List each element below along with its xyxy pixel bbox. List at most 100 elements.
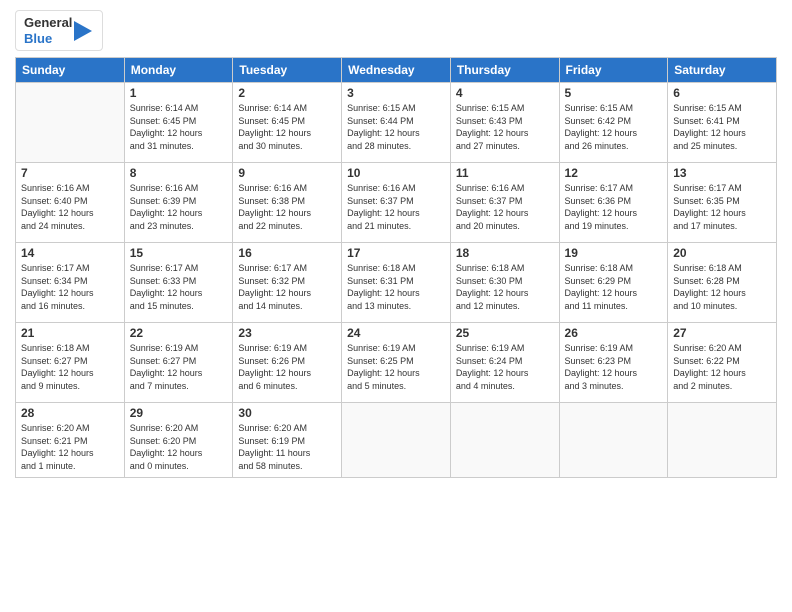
day-number: 19 (565, 246, 663, 260)
calendar-cell (342, 403, 451, 478)
page: GeneralBlue SundayMondayTuesdayWednesday… (0, 0, 792, 612)
calendar-cell (450, 403, 559, 478)
day-number: 6 (673, 86, 771, 100)
calendar-cell: 23 Sunrise: 6:19 AM Sunset: 6:26 PM Dayli… (233, 323, 342, 403)
week-row-1: 7 Sunrise: 6:16 AM Sunset: 6:40 PM Daylig… (16, 163, 777, 243)
header: GeneralBlue (15, 10, 777, 51)
day-number: 7 (21, 166, 119, 180)
weekday-sunday: Sunday (16, 58, 125, 83)
day-info: Sunrise: 6:15 AM Sunset: 6:43 PM Dayligh… (456, 102, 554, 152)
week-row-3: 21 Sunrise: 6:18 AM Sunset: 6:27 PM Dayli… (16, 323, 777, 403)
calendar-cell: 3 Sunrise: 6:15 AM Sunset: 6:44 PM Daylig… (342, 83, 451, 163)
day-info: Sunrise: 6:14 AM Sunset: 6:45 PM Dayligh… (238, 102, 336, 152)
calendar-cell: 6 Sunrise: 6:15 AM Sunset: 6:41 PM Daylig… (668, 83, 777, 163)
calendar-cell: 12 Sunrise: 6:17 AM Sunset: 6:36 PM Dayli… (559, 163, 668, 243)
day-info: Sunrise: 6:17 AM Sunset: 6:34 PM Dayligh… (21, 262, 119, 312)
day-info: Sunrise: 6:18 AM Sunset: 6:31 PM Dayligh… (347, 262, 445, 312)
day-info: Sunrise: 6:16 AM Sunset: 6:37 PM Dayligh… (456, 182, 554, 232)
calendar-cell: 14 Sunrise: 6:17 AM Sunset: 6:34 PM Dayli… (16, 243, 125, 323)
calendar-table: SundayMondayTuesdayWednesdayThursdayFrid… (15, 57, 777, 478)
calendar-cell: 9 Sunrise: 6:16 AM Sunset: 6:38 PM Daylig… (233, 163, 342, 243)
day-info: Sunrise: 6:17 AM Sunset: 6:36 PM Dayligh… (565, 182, 663, 232)
day-number: 26 (565, 326, 663, 340)
calendar-cell: 2 Sunrise: 6:14 AM Sunset: 6:45 PM Daylig… (233, 83, 342, 163)
week-row-2: 14 Sunrise: 6:17 AM Sunset: 6:34 PM Dayli… (16, 243, 777, 323)
day-info: Sunrise: 6:20 AM Sunset: 6:22 PM Dayligh… (673, 342, 771, 392)
calendar-cell: 15 Sunrise: 6:17 AM Sunset: 6:33 PM Dayli… (124, 243, 233, 323)
weekday-saturday: Saturday (668, 58, 777, 83)
calendar-cell: 24Sunrise: 6:19 AM Sunset: 6:25 PM Dayli… (342, 323, 451, 403)
day-number: 12 (565, 166, 663, 180)
day-info: Sunrise: 6:19 AM Sunset: 6:26 PM Dayligh… (238, 342, 336, 392)
day-info: Sunrise: 6:16 AM Sunset: 6:37 PM Dayligh… (347, 182, 445, 232)
calendar-cell: 28 Sunrise: 6:20 AM Sunset: 6:21 PM Dayli… (16, 403, 125, 478)
day-info: Sunrise: 6:14 AM Sunset: 6:45 PM Dayligh… (130, 102, 228, 152)
calendar-cell: 27Sunrise: 6:20 AM Sunset: 6:22 PM Dayli… (668, 323, 777, 403)
day-info: Sunrise: 6:19 AM Sunset: 6:24 PM Dayligh… (456, 342, 554, 392)
day-number: 11 (456, 166, 554, 180)
day-info: Sunrise: 6:18 AM Sunset: 6:30 PM Dayligh… (456, 262, 554, 312)
logo-container: GeneralBlue (15, 10, 103, 51)
weekday-wednesday: Wednesday (342, 58, 451, 83)
calendar-cell: 5 Sunrise: 6:15 AM Sunset: 6:42 PM Daylig… (559, 83, 668, 163)
calendar-cell: 13 Sunrise: 6:17 AM Sunset: 6:35 PM Dayli… (668, 163, 777, 243)
logo: GeneralBlue (15, 10, 103, 51)
day-info: Sunrise: 6:16 AM Sunset: 6:39 PM Dayligh… (130, 182, 228, 232)
day-info: Sunrise: 6:18 AM Sunset: 6:29 PM Dayligh… (565, 262, 663, 312)
calendar-cell: 19 Sunrise: 6:18 AM Sunset: 6:29 PM Dayli… (559, 243, 668, 323)
day-info: Sunrise: 6:19 AM Sunset: 6:27 PM Dayligh… (130, 342, 228, 392)
day-info: Sunrise: 6:18 AM Sunset: 6:28 PM Dayligh… (673, 262, 771, 312)
day-number: 22 (130, 326, 228, 340)
day-number: 28 (21, 406, 119, 420)
day-info: Sunrise: 6:19 AM Sunset: 6:23 PM Dayligh… (565, 342, 663, 392)
day-info: Sunrise: 6:15 AM Sunset: 6:44 PM Dayligh… (347, 102, 445, 152)
calendar-cell: 29Sunrise: 6:20 AM Sunset: 6:20 PM Dayli… (124, 403, 233, 478)
week-row-0: 1 Sunrise: 6:14 AM Sunset: 6:45 PM Daylig… (16, 83, 777, 163)
day-info: Sunrise: 6:17 AM Sunset: 6:33 PM Dayligh… (130, 262, 228, 312)
weekday-thursday: Thursday (450, 58, 559, 83)
weekday-monday: Monday (124, 58, 233, 83)
day-number: 5 (565, 86, 663, 100)
calendar-cell: 22 Sunrise: 6:19 AM Sunset: 6:27 PM Dayli… (124, 323, 233, 403)
calendar-cell: 30Sunrise: 6:20 AM Sunset: 6:19 PM Dayli… (233, 403, 342, 478)
day-number: 2 (238, 86, 336, 100)
weekday-header-row: SundayMondayTuesdayWednesdayThursdayFrid… (16, 58, 777, 83)
day-info: Sunrise: 6:17 AM Sunset: 6:35 PM Dayligh… (673, 182, 771, 232)
day-info: Sunrise: 6:15 AM Sunset: 6:42 PM Dayligh… (565, 102, 663, 152)
calendar-cell: 18 Sunrise: 6:18 AM Sunset: 6:30 PM Dayli… (450, 243, 559, 323)
day-number: 21 (21, 326, 119, 340)
day-info: Sunrise: 6:17 AM Sunset: 6:32 PM Dayligh… (238, 262, 336, 312)
day-info: Sunrise: 6:18 AM Sunset: 6:27 PM Dayligh… (21, 342, 119, 392)
calendar-cell: 25 Sunrise: 6:19 AM Sunset: 6:24 PM Dayli… (450, 323, 559, 403)
day-number: 18 (456, 246, 554, 260)
day-number: 10 (347, 166, 445, 180)
calendar-cell: 16 Sunrise: 6:17 AM Sunset: 6:32 PM Dayli… (233, 243, 342, 323)
day-number: 13 (673, 166, 771, 180)
calendar-cell: 26 Sunrise: 6:19 AM Sunset: 6:23 PM Dayli… (559, 323, 668, 403)
day-number: 15 (130, 246, 228, 260)
calendar-cell (16, 83, 125, 163)
day-number: 8 (130, 166, 228, 180)
calendar-cell: 21 Sunrise: 6:18 AM Sunset: 6:27 PM Dayli… (16, 323, 125, 403)
day-info: Sunrise: 6:15 AM Sunset: 6:41 PM Dayligh… (673, 102, 771, 152)
day-number: 17 (347, 246, 445, 260)
calendar-cell: 8 Sunrise: 6:16 AM Sunset: 6:39 PM Daylig… (124, 163, 233, 243)
day-number: 9 (238, 166, 336, 180)
day-info: Sunrise: 6:16 AM Sunset: 6:40 PM Dayligh… (21, 182, 119, 232)
day-number: 16 (238, 246, 336, 260)
day-number: 1 (130, 86, 228, 100)
calendar-cell: 17 Sunrise: 6:18 AM Sunset: 6:31 PM Dayli… (342, 243, 451, 323)
day-number: 4 (456, 86, 554, 100)
day-info: Sunrise: 6:20 AM Sunset: 6:21 PM Dayligh… (21, 422, 119, 472)
day-number: 14 (21, 246, 119, 260)
day-number: 25 (456, 326, 554, 340)
day-info: Sunrise: 6:20 AM Sunset: 6:20 PM Dayligh… (130, 422, 228, 472)
logo-arrow-icon (74, 16, 94, 46)
day-number: 3 (347, 86, 445, 100)
day-info: Sunrise: 6:19 AM Sunset: 6:25 PM Dayligh… (347, 342, 445, 392)
calendar-cell: 20Sunrise: 6:18 AM Sunset: 6:28 PM Dayli… (668, 243, 777, 323)
calendar-cell: 7 Sunrise: 6:16 AM Sunset: 6:40 PM Daylig… (16, 163, 125, 243)
weekday-friday: Friday (559, 58, 668, 83)
day-info: Sunrise: 6:16 AM Sunset: 6:38 PM Dayligh… (238, 182, 336, 232)
day-number: 23 (238, 326, 336, 340)
